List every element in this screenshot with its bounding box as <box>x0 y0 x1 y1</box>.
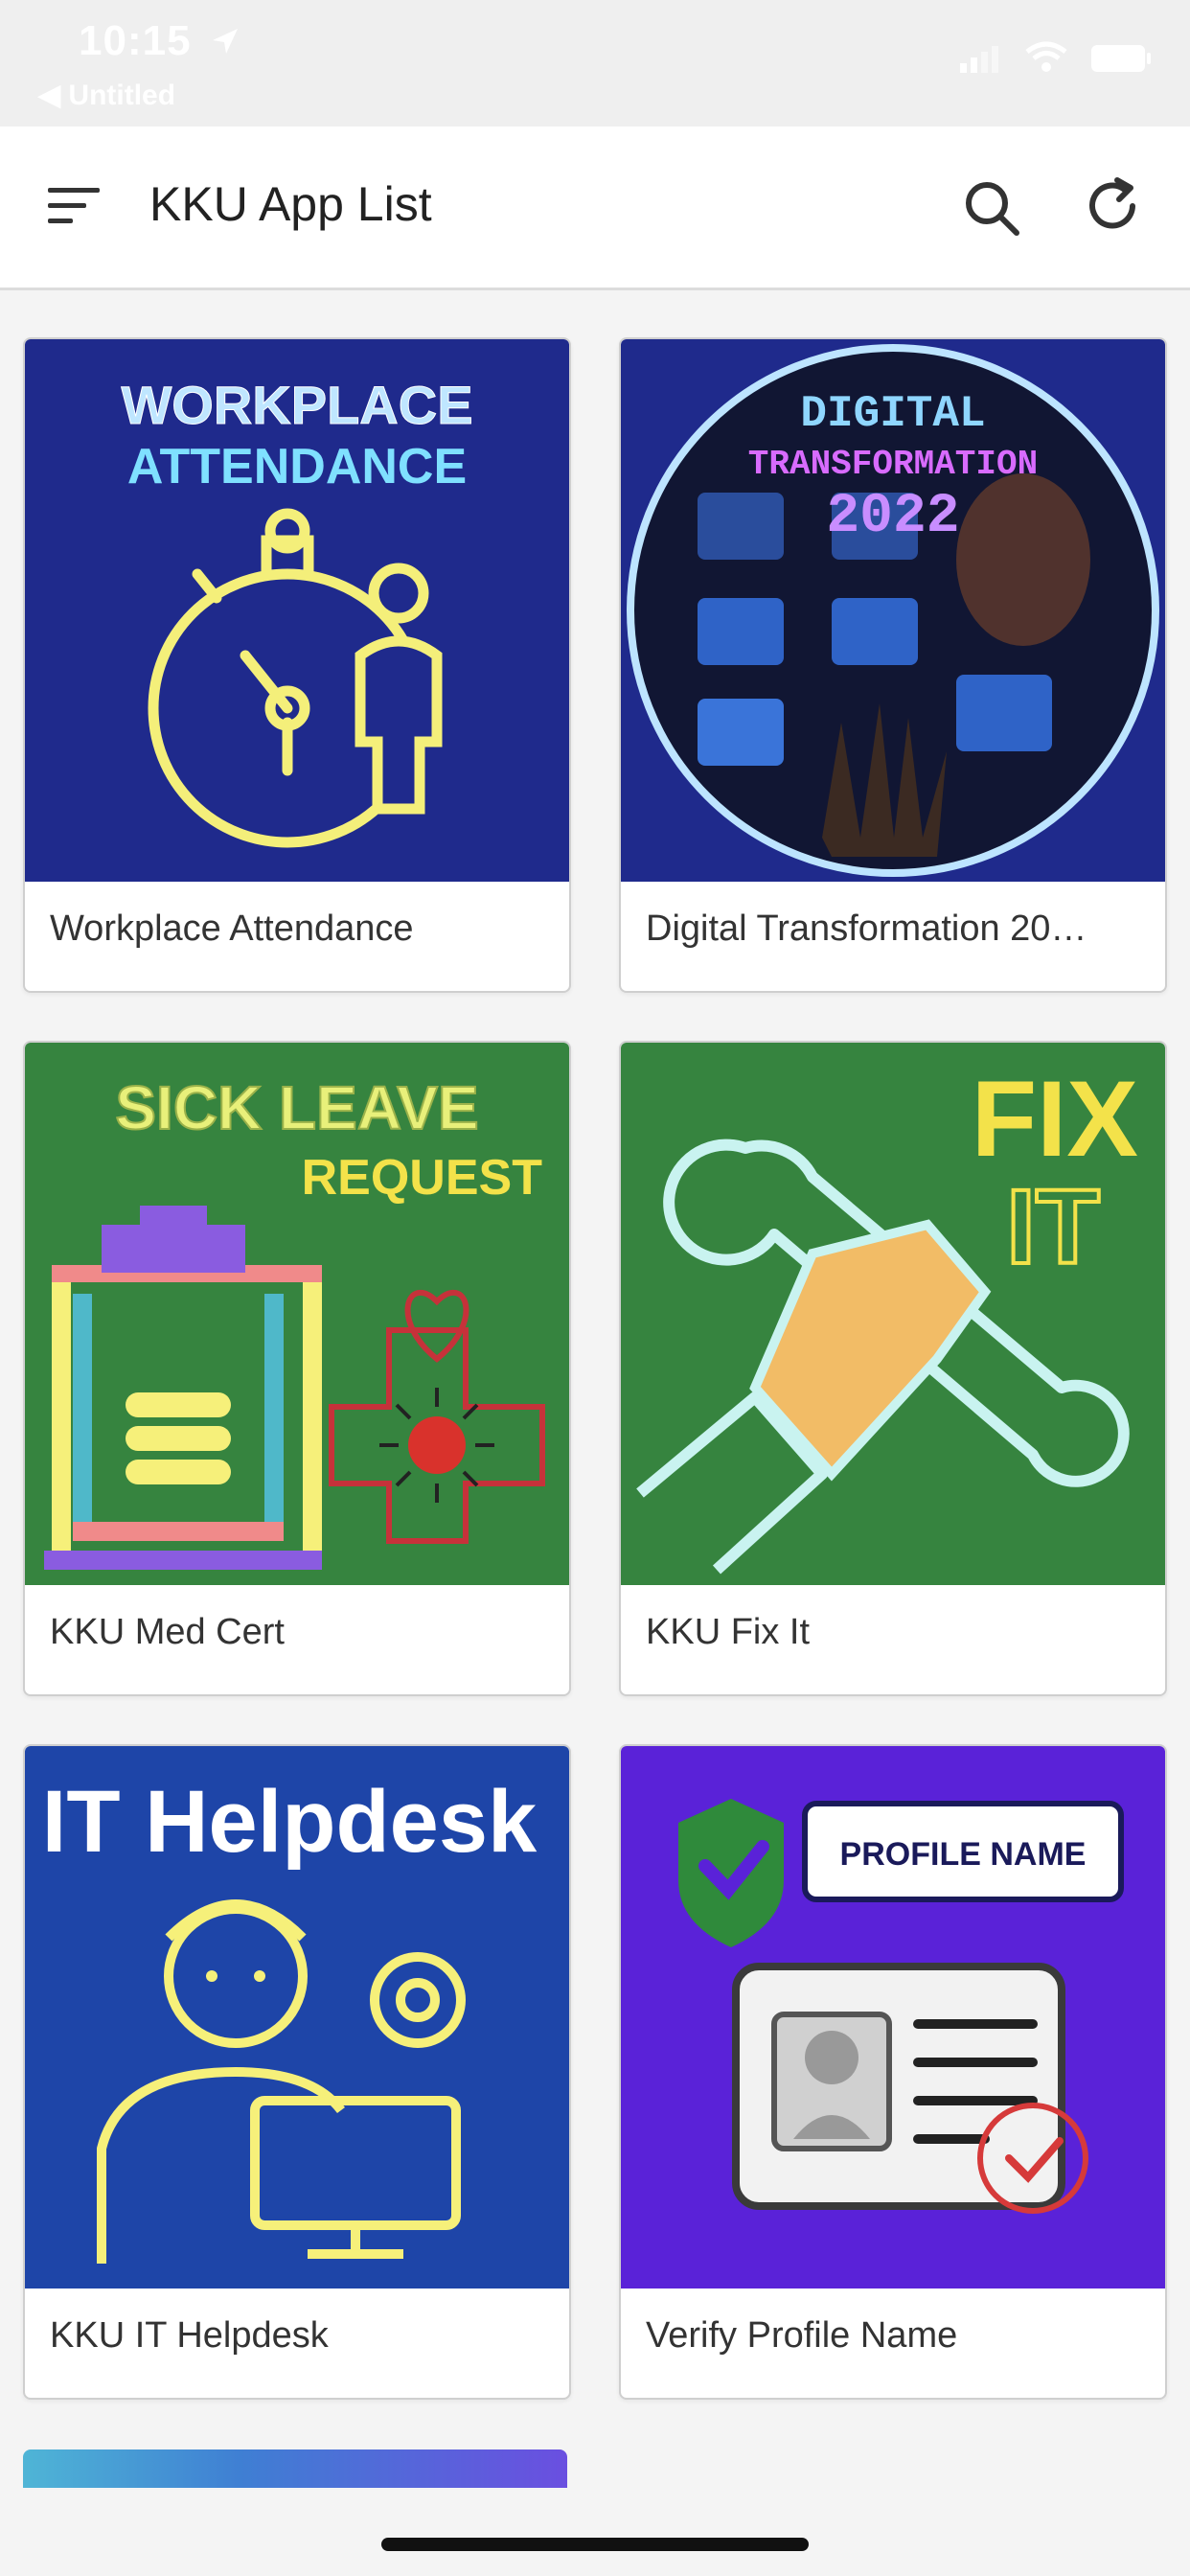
art-line-1: FIX <box>972 1059 1138 1179</box>
app-header: KKU App List <box>0 126 1190 290</box>
app-card-verify-profile-name[interactable]: PROFILE NAME Verify Profile Name <box>619 1744 1167 2400</box>
app-card-label: KKU Med Cert <box>50 1612 285 1652</box>
art-line-2: REQUEST <box>302 1150 543 1206</box>
digital-transformation-thumbnail: DIGITAL TRANSFORMATION 2022 <box>621 339 1165 882</box>
app-card-label: Workplace Attendance <box>50 908 414 949</box>
verify-profile-name-thumbnail: PROFILE NAME <box>621 1746 1165 2288</box>
app-card-label: KKU Fix It <box>646 1612 811 1652</box>
art-line-1: WORKPLACE <box>121 375 472 435</box>
art-line-1: PROFILE NAME <box>840 1836 1087 1873</box>
search-icon[interactable] <box>962 178 1021 238</box>
location-arrow-icon <box>213 29 238 54</box>
art-line-1: SICK LEAVE <box>115 1073 478 1142</box>
art-line-2: TRANSFORMATION <box>748 445 1038 484</box>
status-bar: 10:15 ◀ Untitled <box>0 0 1190 126</box>
refresh-icon[interactable] <box>1081 174 1144 238</box>
art-line-1: DIGITAL <box>800 389 985 439</box>
app-card-kku-fix-it[interactable]: FIX IT KKU Fix It <box>619 1041 1167 1696</box>
signal-icon <box>960 46 998 73</box>
fix-it-thumbnail: FIX IT <box>621 1043 1165 1585</box>
art-line-2: ATTENDANCE <box>127 439 467 494</box>
app-card-partial[interactable] <box>23 2450 567 2488</box>
status-time: 10:15 <box>79 17 192 64</box>
back-to-app-link[interactable]: ◀ Untitled <box>38 79 175 112</box>
battery-icon <box>1091 45 1151 72</box>
app-card-workplace-attendance[interactable]: WORKPLACE ATTENDANCE Workplace Attendanc… <box>23 337 571 993</box>
wifi-icon <box>1025 41 1067 72</box>
art-line-2: IT <box>1006 1168 1100 1286</box>
art-line-3: 2022 <box>826 486 959 548</box>
art-line-1: IT Helpdesk <box>42 1773 538 1871</box>
menu-icon[interactable] <box>46 182 102 230</box>
med-cert-thumbnail: SICK LEAVE REQUEST <box>25 1043 569 1585</box>
workplace-attendance-thumbnail: WORKPLACE ATTENDANCE <box>25 339 569 882</box>
app-card-digital-transformation[interactable]: DIGITAL TRANSFORMATION 2022 Digital Tran… <box>619 337 1167 993</box>
status-icons <box>960 38 1152 77</box>
it-helpdesk-thumbnail: IT Helpdesk <box>25 1746 569 2288</box>
app-card-label: Digital Transformation 20… <box>646 908 1087 949</box>
app-card-kku-it-helpdesk[interactable]: IT Helpdesk KKU IT Helpdesk <box>23 1744 571 2400</box>
app-card-label: Verify Profile Name <box>646 2315 958 2356</box>
app-card-kku-med-cert[interactable]: SICK LEAVE REQUEST KKU Med Cert <box>23 1041 571 1696</box>
app-card-label: KKU IT Helpdesk <box>50 2315 329 2356</box>
page-title: KKU App List <box>149 177 432 231</box>
home-indicator[interactable] <box>381 2538 809 2551</box>
